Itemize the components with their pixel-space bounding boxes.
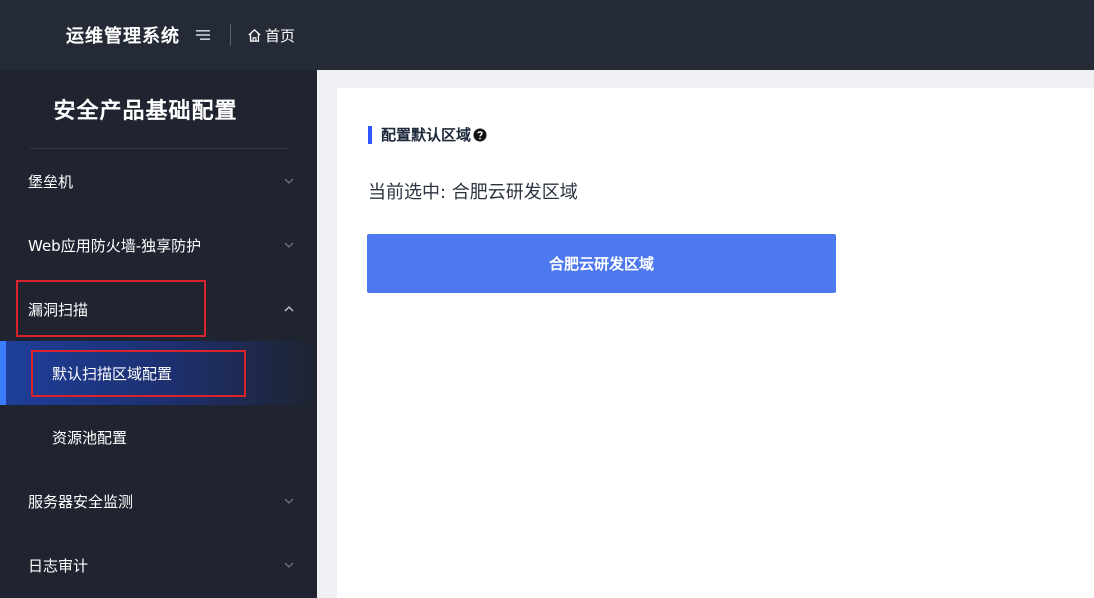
- current-selection-label: 当前选中:: [368, 182, 452, 203]
- top-header: 运维管理系统 首页: [0, 0, 1094, 70]
- sidebar-item-bastion[interactable]: 堡垒机: [0, 149, 317, 213]
- current-selection: 当前选中: 合肥云研发区域: [368, 178, 578, 204]
- sidebar-item-label: 服务器安全监测: [28, 492, 134, 511]
- sidebar-subitem-default-scan-region[interactable]: 默认扫描区域配置: [0, 341, 317, 405]
- home-icon: [248, 28, 261, 42]
- chevron-down-icon: [284, 178, 294, 184]
- sidebar: 安全产品基础配置 堡垒机 Web应用防火墙-独享防护 漏洞扫描 默认扫描区域配置…: [0, 70, 317, 598]
- section-title-text: 配置默认区域: [381, 126, 472, 144]
- breadcrumb-home-label: 首页: [265, 26, 296, 45]
- sidebar-item-label: 堡垒机: [28, 172, 74, 191]
- sidebar-item-server-monitor[interactable]: 服务器安全监测: [0, 469, 317, 533]
- help-icon[interactable]: [473, 128, 487, 142]
- chevron-down-icon: [284, 562, 294, 568]
- current-selection-value: 合肥云研发区域: [451, 182, 578, 203]
- sidebar-subitem-resource-pool[interactable]: 资源池配置: [0, 405, 317, 469]
- chevron-up-icon: [284, 306, 294, 312]
- sidebar-item-log-audit[interactable]: 日志审计: [0, 533, 317, 597]
- sidebar-subitem-label: 资源池配置: [52, 428, 128, 447]
- sidebar-item-waf[interactable]: Web应用防火墙-独享防护: [0, 213, 317, 277]
- section-title: 配置默认区域: [368, 124, 487, 145]
- sidebar-item-label: 日志审计: [28, 556, 89, 575]
- app-title: 运维管理系统: [66, 26, 180, 47]
- section-title-accent: [368, 125, 372, 144]
- chevron-down-icon: [284, 498, 294, 504]
- sidebar-item-label: 漏洞扫描: [28, 300, 89, 319]
- breadcrumb-home[interactable]: 首页: [247, 25, 295, 46]
- menu-toggle-icon[interactable]: [192, 24, 214, 46]
- sidebar-item-label: Web应用防火墙-独享防护: [28, 236, 202, 255]
- header-divider: [230, 24, 231, 46]
- region-select-button[interactable]: 合肥云研发区域: [367, 234, 836, 293]
- chevron-down-icon: [284, 242, 294, 248]
- config-card: 配置默认区域 当前选中: 合肥云研发区域 合肥云研发区域: [337, 88, 1094, 598]
- sidebar-title: 安全产品基础配置: [53, 99, 238, 124]
- sidebar-item-vuln-scan[interactable]: 漏洞扫描: [0, 277, 317, 341]
- main-content: 配置默认区域 当前选中: 合肥云研发区域 合肥云研发区域: [317, 70, 1094, 598]
- sidebar-subitem-label: 默认扫描区域配置: [52, 364, 173, 383]
